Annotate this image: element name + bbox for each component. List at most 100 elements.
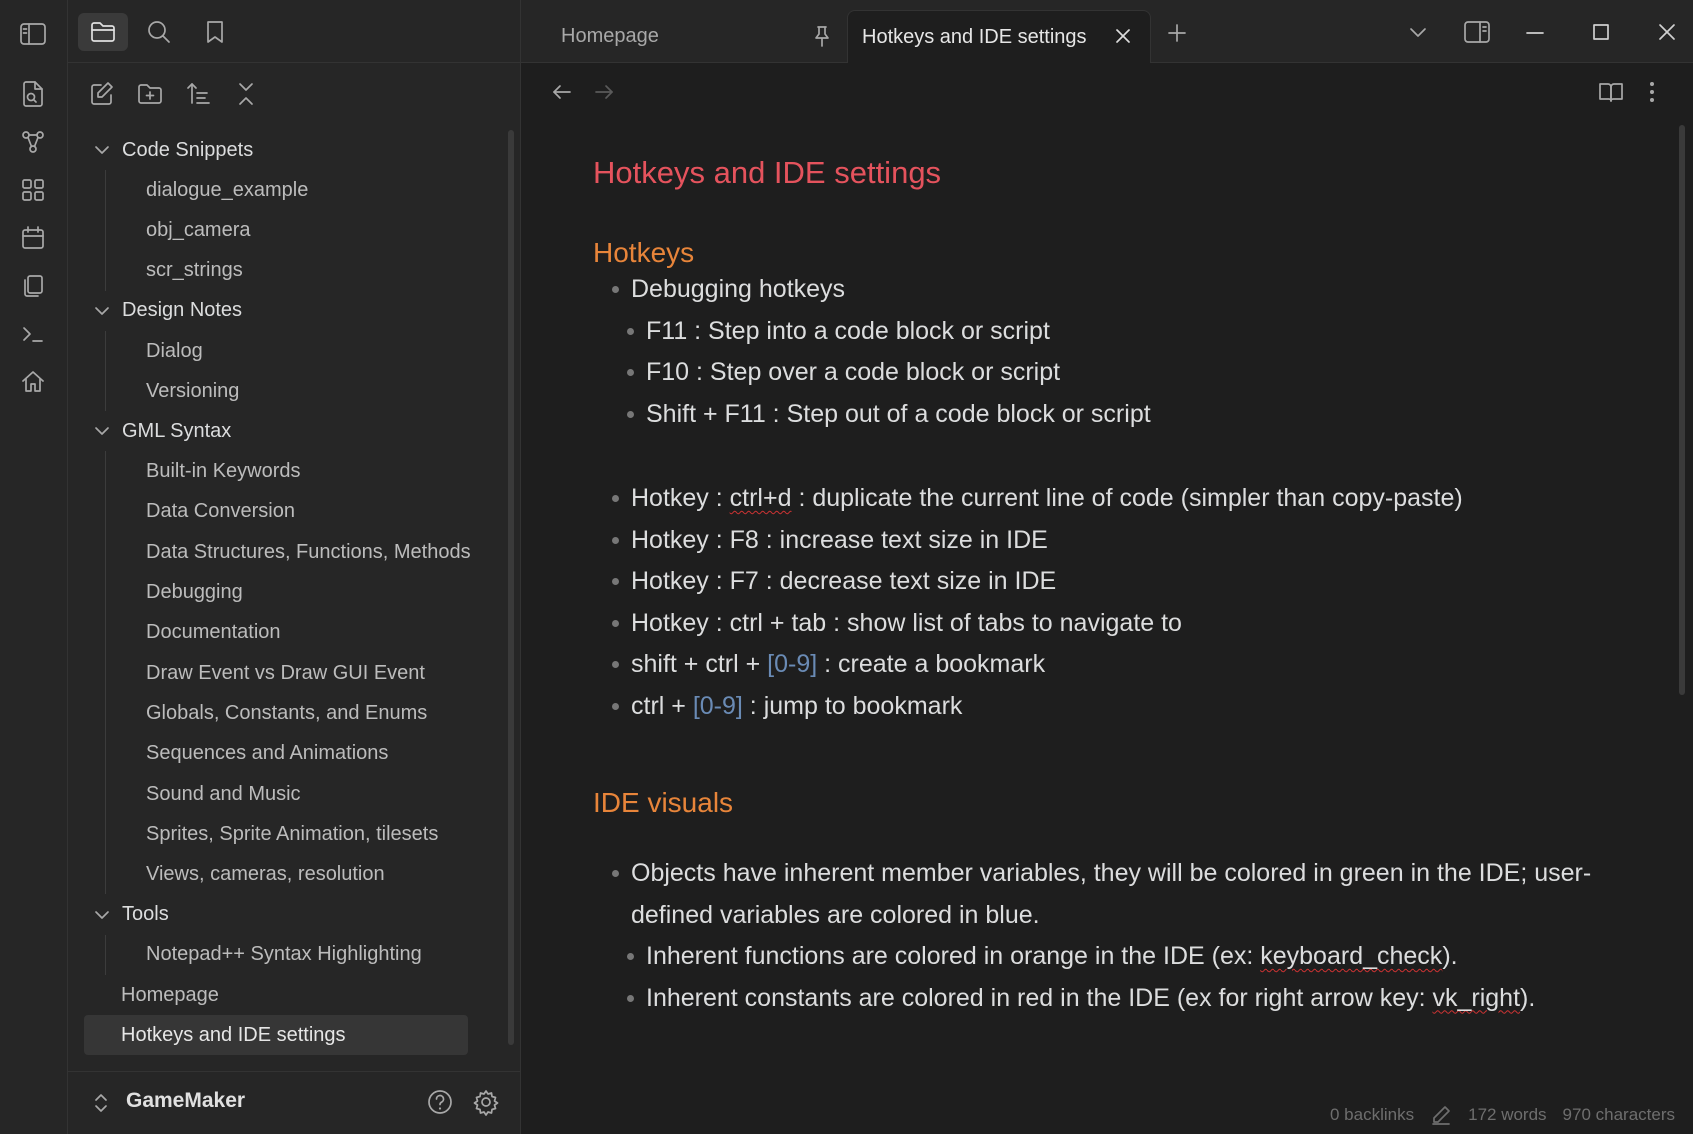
help-icon[interactable] xyxy=(426,1088,454,1116)
pin-icon[interactable] xyxy=(811,24,833,48)
editor-scrollbar[interactable] xyxy=(1679,125,1685,695)
list-item-text: Hotkey : F8 : increase text size in IDE xyxy=(631,525,1048,554)
list-item: shift + ctrl + [0-9] : create a bookmark xyxy=(593,644,1643,686)
chevron-down-icon xyxy=(92,421,116,441)
file-item[interactable]: Debugging xyxy=(84,572,504,612)
file-tree: Code Snippets dialogue_example obj_camer… xyxy=(84,130,504,1056)
text-span: shift + ctrl + xyxy=(631,650,768,678)
search-icon[interactable] xyxy=(134,13,184,51)
file-item-hotkeys-active[interactable]: Hotkeys and IDE settings xyxy=(84,1015,468,1056)
sidebar-toggle-icon[interactable] xyxy=(17,18,49,50)
file-explorer-sidebar: Code Snippets dialogue_example obj_camer… xyxy=(68,0,521,1134)
file-item[interactable]: Views, cameras, resolution xyxy=(84,854,504,894)
file-item[interactable]: Data Conversion xyxy=(84,492,504,532)
file-item[interactable]: Notepad++ Syntax Highlighting xyxy=(84,935,504,975)
vault-switch-icon[interactable] xyxy=(92,1090,110,1116)
homepage-icon[interactable] xyxy=(17,366,49,398)
file-item[interactable]: Built-in Keywords xyxy=(84,451,504,491)
forward-arrow-icon[interactable] xyxy=(591,79,617,105)
maximize-icon[interactable] xyxy=(1589,20,1613,44)
folder-label: GML Syntax xyxy=(122,419,232,442)
bracket-range: [0-9] xyxy=(767,650,818,678)
folder-code-snippets[interactable]: Code Snippets xyxy=(84,130,504,170)
file-item[interactable]: Dialog xyxy=(84,331,504,371)
list-item-text: F10 : Step over a code block or script xyxy=(646,358,1061,386)
tab-list-chevron-down-icon[interactable] xyxy=(1407,24,1429,42)
sort-icon[interactable] xyxy=(182,78,214,110)
bullet xyxy=(627,369,634,376)
file-item[interactable]: Sprites, Sprite Animation, tilesets xyxy=(84,814,504,854)
tab-hotkeys-active[interactable]: Hotkeys and IDE settings xyxy=(847,10,1151,63)
list-item-text: F11 : Step into a code block or script xyxy=(646,316,1050,345)
text-span: Inherent constants are colored in red in… xyxy=(646,983,1433,1012)
graph-view-icon[interactable] xyxy=(17,126,49,158)
bookmark-icon[interactable] xyxy=(190,13,240,51)
folder-gml-syntax[interactable]: GML Syntax xyxy=(84,411,504,451)
file-item[interactable]: Versioning xyxy=(84,371,504,411)
file-item[interactable]: Sound and Music xyxy=(84,774,504,814)
list-item: Hotkey : ctrl+d : duplicate the current … xyxy=(593,478,1643,520)
heading-ide-visuals: IDE visuals xyxy=(593,787,734,818)
new-note-icon[interactable] xyxy=(86,78,118,110)
new-tab-plus-icon[interactable] xyxy=(1166,22,1188,44)
open-quick-switcher-icon[interactable] xyxy=(17,78,49,110)
file-item[interactable]: obj_camera xyxy=(84,210,504,250)
settings-gear-icon[interactable] xyxy=(472,1088,500,1116)
edit-mode-pencil-icon[interactable] xyxy=(1430,1104,1452,1126)
chevron-down-icon xyxy=(92,905,116,925)
back-arrow-icon[interactable] xyxy=(549,79,575,105)
list-item: Hotkey : F7 : decrease text size in IDE xyxy=(593,561,1643,603)
daily-note-icon[interactable] xyxy=(17,222,49,254)
tab-label: Homepage xyxy=(561,24,659,47)
list-item: Objects have inherent member variables, … xyxy=(593,853,1631,936)
character-count: 970 characters xyxy=(1562,1105,1675,1124)
canvas-icon[interactable] xyxy=(17,174,49,206)
close-icon[interactable] xyxy=(1113,26,1133,46)
spellcheck-word: ctrl+d xyxy=(729,484,792,512)
file-item[interactable]: dialogue_example xyxy=(84,170,504,210)
collapse-all-icon[interactable] xyxy=(230,78,262,110)
file-item-homepage[interactable]: Homepage xyxy=(84,975,504,1015)
folder-tools[interactable]: Tools xyxy=(84,895,504,935)
folder-design-notes[interactable]: Design Notes xyxy=(84,291,504,331)
templates-icon[interactable] xyxy=(17,270,49,302)
list-item: Inherent functions are colored in orange… xyxy=(593,936,1643,978)
chevron-down-icon xyxy=(92,140,116,160)
command-palette-icon[interactable] xyxy=(17,318,49,350)
tab-label: Hotkeys and IDE settings xyxy=(862,25,1087,48)
bullet xyxy=(612,619,619,627)
sidebar-scrollbar[interactable] xyxy=(508,130,514,1045)
bullet xyxy=(627,953,634,960)
file-explorer-actions xyxy=(68,72,520,116)
minimize-icon[interactable] xyxy=(1523,22,1547,42)
text-span: ctrl + xyxy=(631,691,693,720)
note-title: Hotkeys and IDE settings xyxy=(593,155,942,190)
new-folder-icon[interactable] xyxy=(134,78,166,110)
list-item: ctrl + [0-9] : jump to bookmark xyxy=(593,686,1643,728)
list-item: F11 : Step into a code block or script xyxy=(593,311,1643,353)
chevron-down-icon xyxy=(92,301,116,321)
right-sidebar-toggle-icon[interactable] xyxy=(1463,20,1491,44)
list-item: Hotkey : F8 : increase text size in IDE xyxy=(593,520,1643,562)
text-span: Hotkey : xyxy=(631,484,730,512)
file-item[interactable]: Sequences and Animations xyxy=(84,734,504,774)
reading-view-book-icon[interactable] xyxy=(1597,79,1625,105)
list-item-text: Debugging hotkeys xyxy=(631,275,846,303)
folder-icon[interactable] xyxy=(78,13,128,51)
tab-homepage[interactable]: Homepage xyxy=(521,10,845,62)
note-content[interactable]: Hotkeys and IDE settings Hotkeys Debuggi… xyxy=(593,155,1643,1019)
more-options-icon[interactable] xyxy=(1647,79,1657,105)
file-item[interactable]: Data Structures, Functions, Methods xyxy=(84,532,504,572)
file-item[interactable]: scr_strings xyxy=(84,251,504,291)
file-item[interactable]: Draw Event vs Draw GUI Event xyxy=(84,653,504,693)
bracket-range: [0-9] xyxy=(692,691,743,720)
vault-name[interactable]: GameMaker xyxy=(126,1089,245,1113)
backlinks-count[interactable]: 0 backlinks xyxy=(1330,1105,1414,1125)
heading-hotkeys: Hotkeys xyxy=(593,237,695,268)
file-item[interactable]: Globals, Constants, and Enums xyxy=(84,693,504,733)
file-item[interactable]: Documentation xyxy=(84,613,504,653)
text-span: ). xyxy=(1520,983,1536,1012)
list-item: Hotkey : ctrl + tab : show list of tabs … xyxy=(593,603,1643,645)
status-bar: 0 backlinks 172 words 970 characters xyxy=(1330,1104,1675,1126)
window-close-icon[interactable] xyxy=(1655,20,1679,44)
